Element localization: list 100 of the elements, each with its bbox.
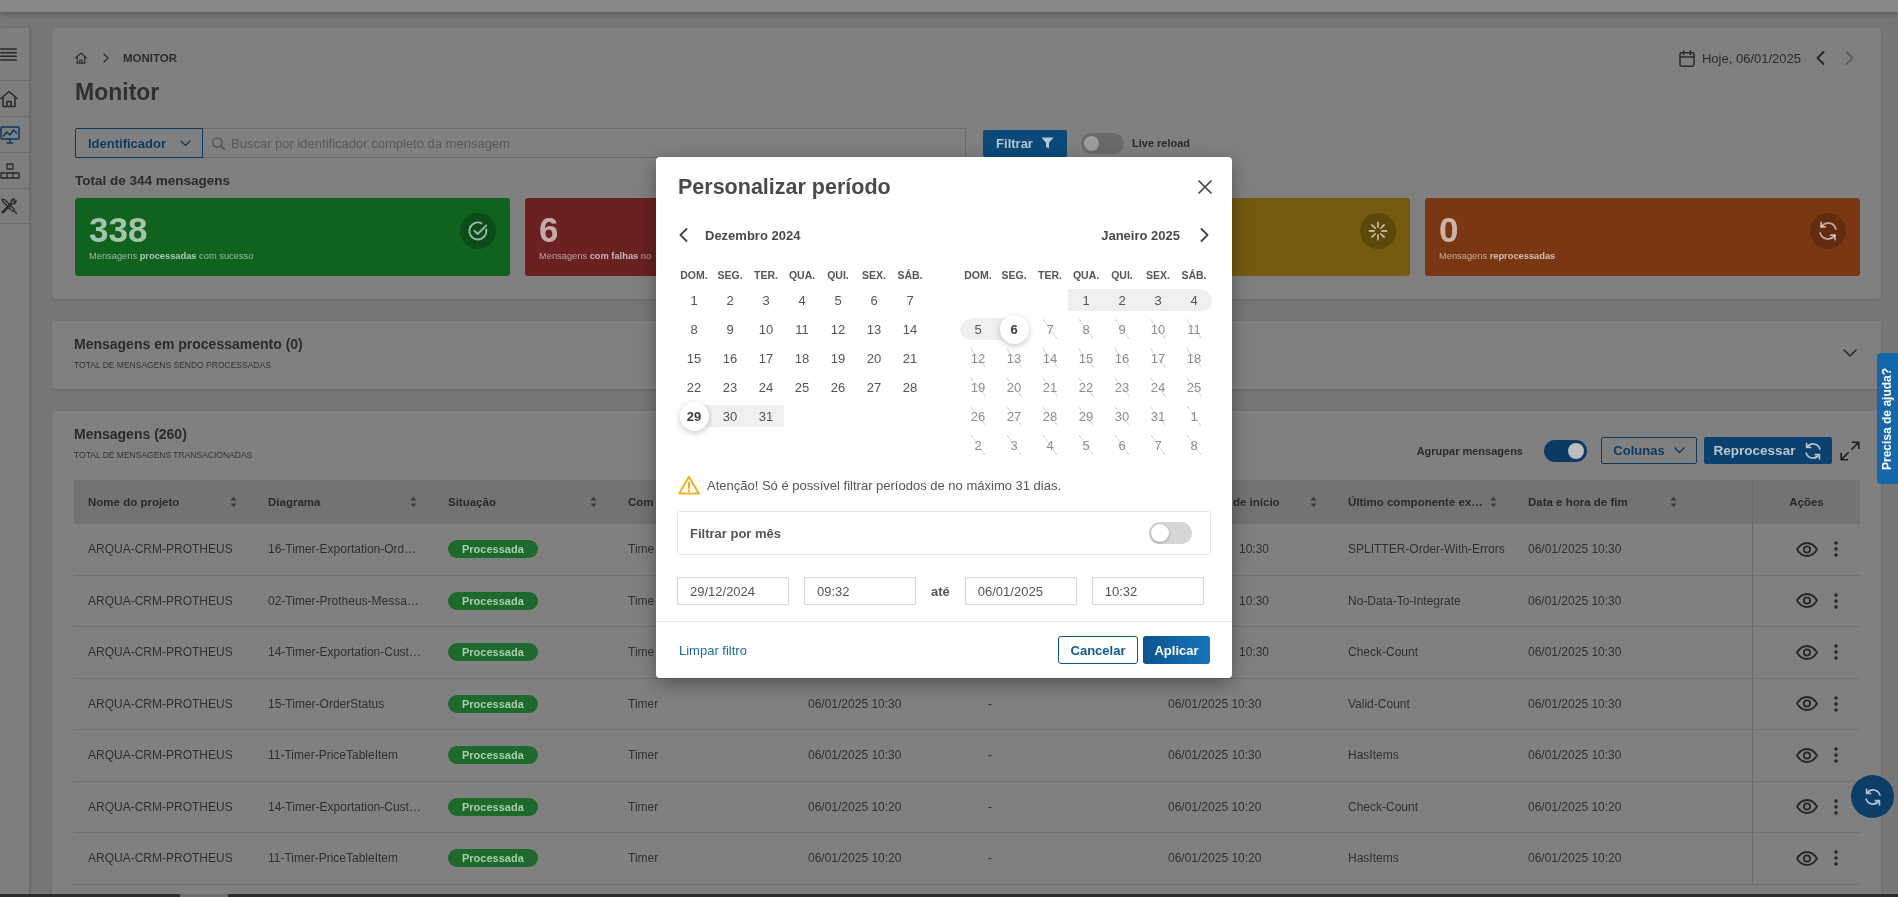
date-input[interactable]: 06/01/2025: [964, 577, 1077, 605]
time-input[interactable]: 09:32: [804, 577, 916, 605]
reprocess-button[interactable]: Reprocessar: [1704, 437, 1832, 464]
calendar-day[interactable]: 14: [892, 314, 928, 344]
calendar-day[interactable]: 3: [748, 285, 784, 315]
calendar-day[interactable]: 16: [712, 343, 748, 373]
status-badge: Processada: [448, 540, 538, 559]
dialog-title: Personalizar período: [678, 174, 891, 201]
sort-icon[interactable]: [1670, 496, 1677, 508]
calendar-day[interactable]: 6: [996, 314, 1032, 344]
calendar-day[interactable]: 23: [712, 372, 748, 402]
help-tab[interactable]: Precisa de ajuda?: [1877, 353, 1898, 484]
calendar-day[interactable]: 8: [676, 314, 712, 344]
clear-filter-link[interactable]: Limpar filtro: [679, 642, 747, 658]
chevron-left-icon[interactable]: [679, 228, 688, 242]
date-input[interactable]: 29/12/2024: [677, 577, 789, 605]
table-cell: 11-Timer-PriceTableItem: [268, 851, 399, 866]
sort-icon[interactable]: [1310, 496, 1317, 508]
weekday-label: QUI.: [826, 268, 850, 282]
eye-icon[interactable]: [1796, 850, 1818, 866]
calendar-day[interactable]: 17: [748, 343, 784, 373]
search-icon: [212, 137, 225, 150]
eye-icon[interactable]: [1796, 799, 1818, 815]
sort-icon[interactable]: [230, 496, 237, 508]
vertical-dots-icon[interactable]: [1834, 850, 1838, 867]
boxes-icon[interactable]: [0, 162, 20, 179]
toggle-switch[interactable]: [1081, 132, 1124, 154]
calendar-day: 17: [1140, 343, 1176, 373]
table-cell: 10:30: [1239, 593, 1270, 608]
vertical-dots-icon[interactable]: [1834, 592, 1838, 609]
panel-subtitle: TOTAL DE MENSAGENS SENDO PROCESSADAS: [74, 359, 271, 371]
toggle-switch[interactable]: [1149, 522, 1192, 544]
table-cell: Timer: [628, 696, 659, 711]
monitor-chart-icon[interactable]: [0, 125, 20, 144]
calendar-day[interactable]: 25: [784, 372, 820, 402]
table-cell: ARQUA-CRM-PROTHEUS: [88, 645, 233, 660]
calendar-day[interactable]: 15: [676, 343, 712, 373]
calendar-day: 8: [1176, 430, 1212, 460]
calendar-day[interactable]: 2: [712, 285, 748, 315]
cancel-button[interactable]: Cancelar: [1058, 636, 1138, 664]
calendar-day[interactable]: 27: [856, 372, 892, 402]
calendar-day[interactable]: 13: [856, 314, 892, 344]
menu-icon[interactable]: [0, 47, 17, 61]
table-cell: Valid-Count: [1348, 696, 1410, 711]
calendar-day[interactable]: 19: [820, 343, 856, 373]
tools-icon[interactable]: [0, 197, 18, 215]
calendar-day[interactable]: 22: [676, 372, 712, 402]
table-cell: 06/01/2025 10:30: [1168, 748, 1262, 763]
calendar-day[interactable]: 21: [892, 343, 928, 373]
filter-button[interactable]: Filtrar: [983, 129, 1067, 157]
chevron-down-icon[interactable]: [1843, 349, 1857, 357]
calendar-day: 25: [1176, 372, 1212, 402]
calendar-day[interactable]: 20: [856, 343, 892, 373]
weekday-label: SÁB.: [896, 268, 924, 282]
table-cell: Timer: [628, 851, 659, 866]
eye-icon[interactable]: [1796, 541, 1818, 557]
date-button[interactable]: Hoje, 06/01/2025: [1678, 49, 1801, 67]
home-icon[interactable]: [0, 89, 18, 108]
warning-icon: [678, 475, 700, 495]
eye-icon[interactable]: [1796, 644, 1818, 660]
calendar-day[interactable]: 1: [676, 285, 712, 315]
vertical-dots-icon[interactable]: [1834, 644, 1838, 661]
status-badge: Processada: [448, 643, 538, 662]
calendar-day: 4: [1032, 430, 1068, 460]
calendar-day[interactable]: 9: [712, 314, 748, 344]
sort-icon[interactable]: [1490, 496, 1497, 508]
table-cell: HasItems: [1348, 748, 1399, 763]
sort-icon[interactable]: [410, 496, 417, 508]
calendar-day[interactable]: 7: [892, 285, 928, 315]
table-cell: Time: [628, 542, 655, 557]
calendar-day[interactable]: 4: [784, 285, 820, 315]
calendar-day[interactable]: 26: [820, 372, 856, 402]
column-header: Com: [628, 496, 654, 508]
eye-icon[interactable]: [1796, 696, 1818, 712]
apply-button[interactable]: Aplicar: [1143, 636, 1210, 664]
vertical-dots-icon[interactable]: [1834, 747, 1838, 764]
sort-icon[interactable]: [590, 496, 597, 508]
eye-icon[interactable]: [1796, 593, 1818, 609]
chevron-left-icon[interactable]: [1816, 51, 1825, 65]
vertical-dots-icon[interactable]: [1834, 695, 1838, 712]
expand-icon[interactable]: [1840, 440, 1860, 461]
calendar-day[interactable]: 10: [748, 314, 784, 344]
calendar-day[interactable]: 6: [856, 285, 892, 315]
vertical-dots-icon[interactable]: [1834, 541, 1838, 558]
toggle-switch[interactable]: [1544, 439, 1587, 462]
close-icon[interactable]: [1198, 180, 1212, 194]
calendar-day[interactable]: 24: [748, 372, 784, 402]
vertical-dots-icon[interactable]: [1834, 798, 1838, 815]
calendar-day[interactable]: 5: [820, 285, 856, 315]
calendar-day[interactable]: 11: [784, 314, 820, 344]
home-icon[interactable]: [75, 52, 87, 64]
time-input[interactable]: 10:32: [1091, 577, 1204, 605]
calendar-day[interactable]: 18: [784, 343, 820, 373]
spinner-icon: [1360, 213, 1396, 249]
eye-icon[interactable]: [1796, 747, 1818, 763]
weekday-label: DOM.: [679, 268, 709, 282]
calendar-day[interactable]: 28: [892, 372, 928, 402]
calendar-day[interactable]: 12: [820, 314, 856, 344]
table-cell: 06/01/2025 10:20: [808, 851, 902, 866]
chevron-right-icon[interactable]: [1200, 228, 1209, 242]
